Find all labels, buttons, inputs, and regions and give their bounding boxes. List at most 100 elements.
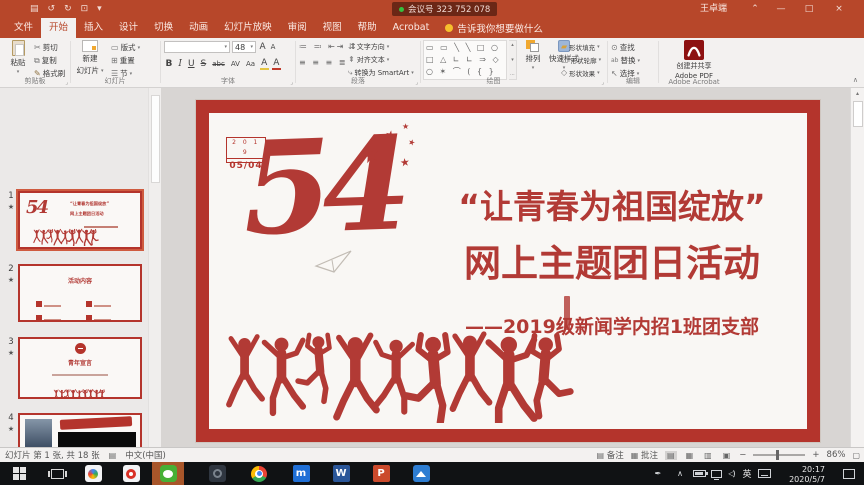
fit-slide-to-window-icon[interactable]: ▢: [852, 451, 860, 460]
copy-button[interactable]: ⧉ 复制: [34, 54, 65, 67]
replace-button[interactable]: ab 替换 ▾: [611, 54, 640, 67]
start-slideshow-icon[interactable]: ⊡: [81, 0, 89, 18]
tab-view[interactable]: 视图: [315, 18, 350, 38]
shapes-gallery-scroll[interactable]: ▴ ▾ ⋯: [509, 40, 517, 80]
bold-button[interactable]: B: [164, 59, 174, 69]
font-dialog-launcher-icon[interactable]: ⌟: [290, 79, 293, 86]
view-reading-button[interactable]: ▥: [702, 451, 714, 460]
slide-thumbnail-3[interactable]: 青年宣言: [18, 337, 142, 399]
taskbar-word[interactable]: W: [328, 462, 354, 485]
volume-icon[interactable]: ◁): [724, 462, 740, 485]
zoom-out-button[interactable]: −: [739, 450, 746, 460]
account-username[interactable]: 王卓端: [700, 0, 727, 18]
tab-design[interactable]: 设计: [111, 18, 146, 38]
editor-scrollbar[interactable]: ▴: [850, 88, 864, 447]
tab-slideshow[interactable]: 幻灯片放映: [216, 18, 280, 38]
tell-me-search[interactable]: 告诉我你想要做什么: [437, 18, 543, 38]
text-direction-button[interactable]: ⇵ 文字方向 ▾: [348, 40, 414, 53]
slide-thumbnail-2[interactable]: 活动内容: [18, 264, 142, 322]
scrollbar-thumb[interactable]: [151, 95, 160, 183]
alignment-row[interactable]: ≡ ≡ ≡ ≣: [299, 58, 347, 67]
network-icon[interactable]: [708, 462, 724, 485]
cut-button[interactable]: ✂ 剪切: [34, 41, 65, 54]
action-center-icon[interactable]: [840, 462, 858, 485]
tab-animations[interactable]: 动画: [181, 18, 216, 38]
notes-button[interactable]: ▤ 备注: [596, 449, 623, 461]
taskbar-chrome[interactable]: [246, 462, 272, 485]
start-button[interactable]: [6, 462, 32, 485]
touch-keyboard-icon[interactable]: [756, 462, 773, 485]
slide-counter[interactable]: 幻灯片 第 1 张, 共 18 张: [5, 449, 100, 461]
taskbar-app-2[interactable]: [118, 462, 144, 485]
slide-big-number[interactable]: 54: [240, 109, 403, 264]
scrollbar-thumb[interactable]: [853, 101, 863, 127]
close-button[interactable]: ×: [826, 0, 852, 18]
scroll-up-icon[interactable]: ▴: [851, 88, 864, 99]
paste-button[interactable]: 粘贴 ▾: [4, 40, 32, 75]
create-share-pdf-button[interactable]: 创建并共享 Adobe PDF: [666, 40, 722, 80]
tab-home[interactable]: 开始: [41, 18, 77, 38]
language-indicator[interactable]: 中文(中国): [125, 449, 166, 461]
shape-outline-button[interactable]: ▢ 形状轮廓 ▾: [561, 53, 607, 66]
taskbar-clock[interactable]: 20:17 2020/5/7: [775, 462, 825, 485]
slide-thumbnail-4[interactable]: [18, 413, 142, 447]
customize-toolbar-icon[interactable]: ▾: [97, 0, 102, 18]
shadow-button[interactable]: abc: [211, 60, 227, 68]
tray-pen-icon[interactable]: ✒: [650, 462, 666, 485]
meeting-overlay-badge[interactable]: 会议号 323 752 078: [392, 2, 498, 16]
tab-insert[interactable]: 插入: [76, 18, 111, 38]
drawing-dialog-launcher-icon[interactable]: ⌟: [601, 79, 604, 86]
tab-transitions[interactable]: 切换: [146, 18, 181, 38]
spell-check-icon[interactable]: ▤: [109, 451, 117, 460]
arrange-button[interactable]: 排列 ▾: [520, 40, 546, 71]
tab-acrobat[interactable]: Acrobat: [385, 18, 438, 38]
font-size-combobox[interactable]: 48 ▾: [232, 41, 256, 53]
minimize-button[interactable]: —: [768, 0, 794, 18]
maximize-button[interactable]: □: [796, 0, 822, 18]
tab-file[interactable]: 文件: [6, 18, 41, 38]
ime-language-indicator[interactable]: 英: [740, 462, 754, 485]
taskbar-wechat-active[interactable]: [152, 462, 184, 485]
taskbar-app-4[interactable]: m: [288, 462, 314, 485]
change-case-button[interactable]: Aa: [244, 60, 256, 68]
slide-thumbnail-1[interactable]: 54 “让青春为祖国绽放” 网上主题团日活动: [16, 189, 144, 251]
font-name-combobox[interactable]: ▾: [164, 41, 230, 53]
task-view-button[interactable]: [44, 462, 70, 485]
undo-icon[interactable]: ↺: [48, 0, 56, 18]
view-slide-sorter-button[interactable]: ▦: [684, 451, 696, 460]
tab-review[interactable]: 审阅: [280, 18, 315, 38]
reset-button[interactable]: ⊞ 重置: [111, 54, 140, 67]
taskbar-powerpoint[interactable]: P: [368, 462, 394, 485]
shrink-font-button[interactable]: A: [269, 43, 277, 51]
clipboard-dialog-launcher-icon[interactable]: ⌟: [65, 79, 68, 86]
collapse-ribbon-icon[interactable]: ∧: [853, 76, 858, 84]
shape-fill-button[interactable]: ▰ 形状填充 ▾: [561, 40, 607, 53]
redo-icon[interactable]: ↻: [64, 0, 72, 18]
character-spacing-button[interactable]: AV: [229, 60, 241, 68]
grow-font-button[interactable]: A: [258, 42, 267, 52]
italic-button[interactable]: I: [177, 59, 184, 69]
ribbon-display-options-icon[interactable]: ⌃: [742, 0, 768, 18]
align-text-button[interactable]: ⇞ 对齐文本 ▾: [348, 53, 414, 66]
comments-button[interactable]: ▦ 批注: [631, 449, 658, 461]
taskbar-app-5[interactable]: [408, 462, 434, 485]
battery-icon[interactable]: [690, 462, 708, 485]
taskbar-app-3[interactable]: [204, 462, 230, 485]
zoom-in-button[interactable]: +: [812, 450, 819, 460]
find-button[interactable]: ⊙ 查找: [611, 41, 640, 54]
thumbnail-scrollbar[interactable]: [148, 88, 161, 447]
view-slideshow-button[interactable]: ▣: [721, 451, 733, 460]
underline-button[interactable]: U: [186, 59, 196, 69]
zoom-slider-thumb[interactable]: [776, 450, 780, 460]
view-normal-button[interactable]: ▤: [665, 450, 677, 460]
tray-show-hidden-icons[interactable]: ∧: [672, 462, 688, 485]
slide-canvas[interactable]: 2 0 1 9 05/04 54 ★ ★ ★ ★ ★ “让青春为祖国绽放” 网上…: [196, 100, 820, 442]
font-color-button[interactable]: A: [271, 58, 281, 70]
strikethrough-button[interactable]: S: [199, 59, 208, 69]
text-highlight-button[interactable]: A: [259, 58, 269, 70]
tab-help[interactable]: 帮助: [350, 18, 385, 38]
layout-button[interactable]: ▭ 版式 ▾: [111, 41, 140, 54]
zoom-slider[interactable]: [753, 450, 806, 460]
save-icon[interactable]: ▤: [30, 0, 39, 18]
taskbar-app-1[interactable]: [80, 462, 106, 485]
